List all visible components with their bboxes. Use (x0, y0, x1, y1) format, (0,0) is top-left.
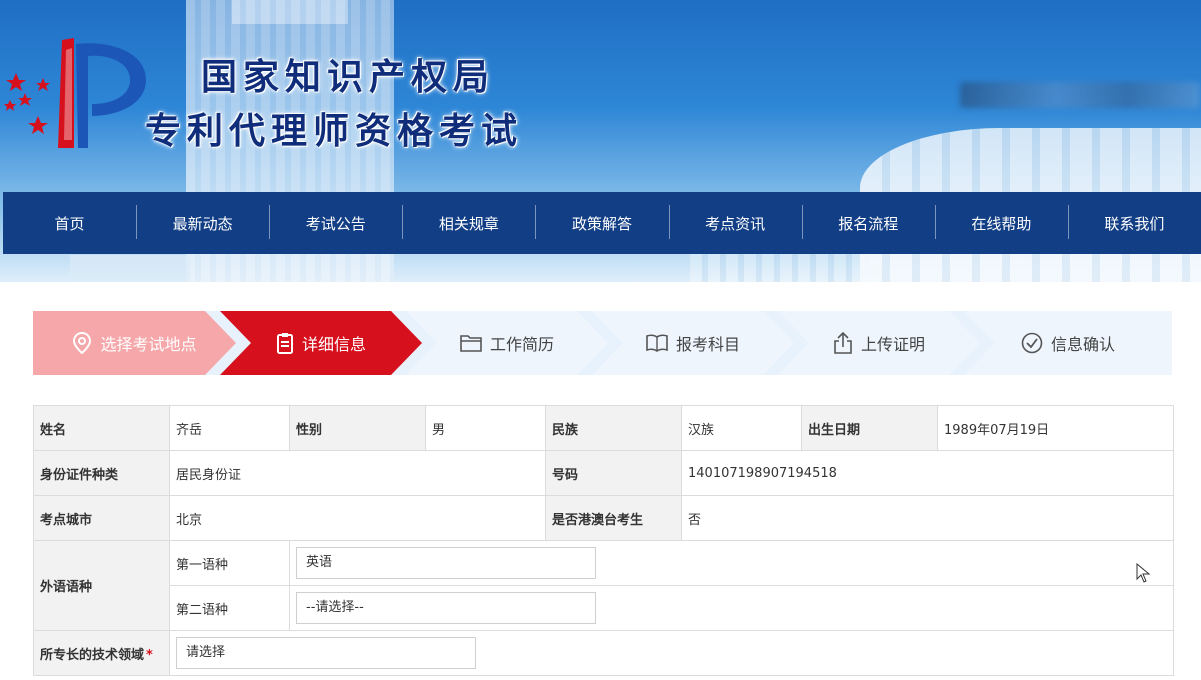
folder-icon (460, 334, 482, 352)
birth-date-value: 1989年07月19日 (937, 405, 1174, 451)
step-detailed-info[interactable]: 详细信息 (220, 311, 422, 375)
nav-item-policy-faq[interactable]: 政策解答 (535, 204, 668, 239)
id-type-value: 居民身份证 (169, 450, 546, 496)
id-number-label: 号码 (545, 450, 682, 496)
upload-icon (833, 332, 853, 354)
tech-field-select[interactable]: 请选择 (176, 637, 476, 669)
table-row: 所专长的技术领域 * 请选择 (33, 630, 1174, 676)
table-row: 第二语种 --请选择-- (34, 585, 1174, 631)
ethnicity-value: 汉族 (681, 405, 802, 451)
nav-item-contact-us[interactable]: 联系我们 (1067, 204, 1201, 239)
step-label: 信息确认 (1050, 335, 1115, 354)
registration-steps: 选择考试地点 详细信息 工作简历 报考科目 上传证明 信息确认 (33, 311, 1172, 375)
nav-item-online-help[interactable]: 在线帮助 (934, 204, 1068, 239)
applicant-info-table: 姓名 齐岳 性别 男 民族 汉族 出生日期 1989年07月19日 身份证件种类… (33, 405, 1174, 676)
first-language-label: 第一语种 (169, 540, 290, 586)
step-label: 选择考试地点 (100, 335, 197, 354)
foreign-language-label: 外语语种 (33, 540, 170, 631)
hkmt-candidate-value: 否 (681, 495, 1174, 541)
blurred-user-info (960, 82, 1200, 108)
mouse-cursor-icon (1136, 563, 1150, 583)
name-value: 齐岳 (169, 405, 290, 451)
hkmt-candidate-label: 是否港澳台考生 (545, 495, 682, 541)
gender-value: 男 (425, 405, 546, 451)
step-work-history[interactable]: 工作简历 (406, 311, 608, 375)
step-upload-proof[interactable]: 上传证明 (778, 311, 980, 375)
table-row: 外语语种 第一语种 英语 (33, 540, 1174, 631)
site-title-line2: 专利代理师资格考试 (145, 111, 524, 152)
exam-city-label: 考点城市 (33, 495, 170, 541)
location-pin-icon (72, 332, 92, 354)
step-label: 详细信息 (301, 335, 366, 354)
id-number-value: 140107198907194518 (681, 450, 1174, 496)
nav-item-exam-sites[interactable]: 考点资讯 (668, 204, 802, 239)
step-label: 工作简历 (489, 335, 554, 354)
name-label: 姓名 (33, 405, 170, 451)
tech-field-label-cell: 所专长的技术领域 * (33, 630, 170, 676)
table-row: 姓名 齐岳 性别 男 民族 汉族 出生日期 1989年07月19日 (33, 405, 1174, 451)
book-icon (646, 334, 668, 352)
step-label: 报考科目 (675, 335, 740, 354)
required-mark: * (146, 647, 153, 663)
tech-field-label: 所专长的技术领域 (40, 647, 145, 663)
second-language-select[interactable]: --请选择-- (296, 592, 596, 624)
site-title-line1: 国家知识产权局 (201, 57, 496, 98)
exam-city-value: 北京 (169, 495, 546, 541)
check-circle-icon (1021, 332, 1043, 354)
banner-building-decoration (70, 255, 190, 282)
table-row: 身份证件种类 居民身份证 号码 140107198907194518 (33, 450, 1174, 496)
ethnicity-label: 民族 (545, 405, 682, 451)
step-label: 上传证明 (860, 335, 925, 354)
step-exam-subjects[interactable]: 报考科目 (592, 311, 794, 375)
cnipa-logo-icon (4, 38, 146, 148)
nav-item-home[interactable]: 首页 (3, 213, 136, 234)
step-info-confirm[interactable]: 信息确认 (964, 311, 1172, 375)
main-nav: 首页 最新动态 考试公告 相关规章 政策解答 考点资讯 报名流程 在线帮助 联系… (3, 192, 1201, 254)
id-type-label: 身份证件种类 (33, 450, 170, 496)
first-language-select[interactable]: 英语 (296, 547, 596, 579)
nav-item-news[interactable]: 最新动态 (136, 204, 269, 239)
nav-item-exam-notice[interactable]: 考试公告 (269, 204, 402, 239)
nav-item-regulations[interactable]: 相关规章 (402, 204, 535, 239)
table-row: 考点城市 北京 是否港澳台考生 否 (33, 495, 1174, 541)
gender-label: 性别 (289, 405, 426, 451)
clipboard-icon (276, 332, 294, 354)
second-language-label: 第二语种 (169, 585, 290, 631)
birth-date-label: 出生日期 (801, 405, 938, 451)
step-select-exam-site[interactable]: 选择考试地点 (33, 311, 236, 375)
nav-item-registration-process[interactable]: 报名流程 (801, 204, 935, 239)
site-title: 国家知识产权局 专利代理师资格考试 (145, 48, 523, 154)
